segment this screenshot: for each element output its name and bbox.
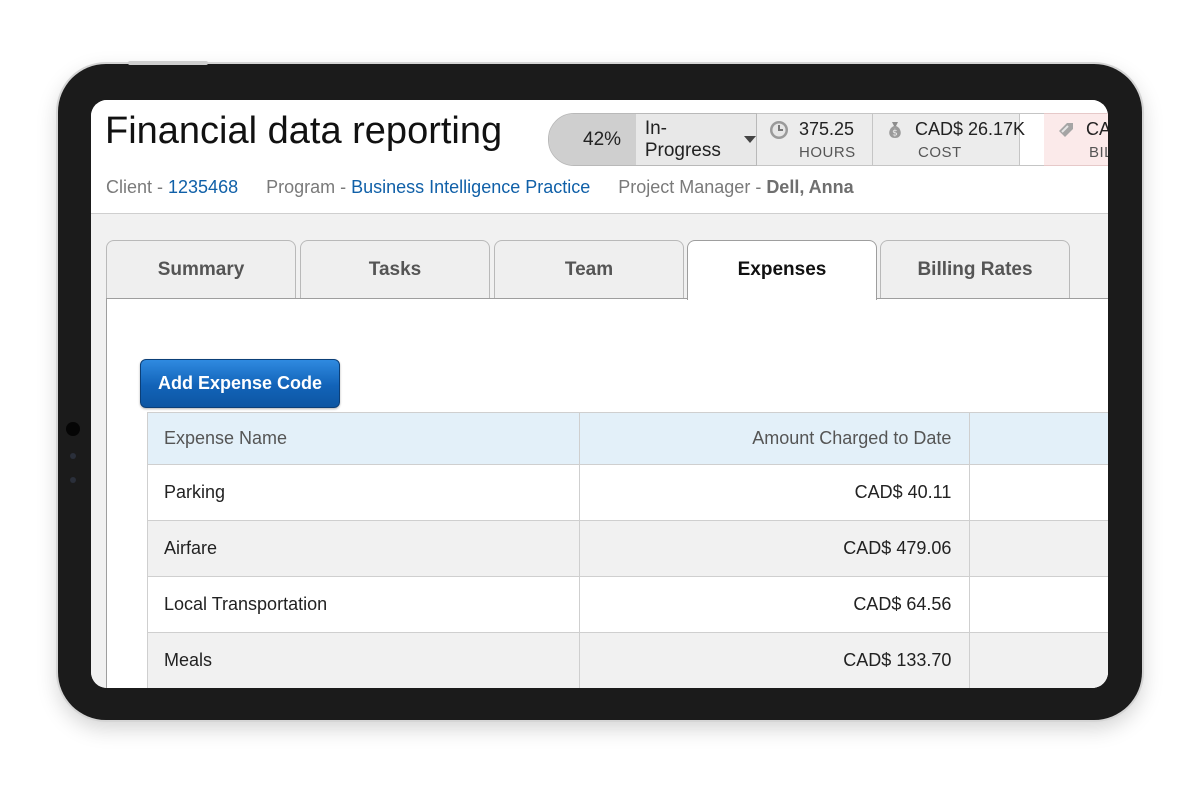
camera-sensor [70,453,76,459]
manager-label: Project Manager - [618,177,767,197]
app-screen: Financial data reporting Client - 123546… [91,100,1108,688]
table-row[interactable]: Airfare CAD$ 479.06 [146,520,1108,577]
table-row[interactable]: Parking CAD$ 40.11 [146,464,1108,521]
clock-icon [770,121,788,139]
tag-icon [1059,123,1073,137]
expense-name-cell: Parking [146,464,581,521]
status-bar: 42% In-Progress 375.25 HOURS $ CAD$ 26.1… [548,113,1108,166]
column-header-amount[interactable]: Amount Charged to Date [579,412,971,465]
svg-text:$: $ [892,129,898,139]
table-row[interactable]: Local Transportation CAD$ 64.56 [146,576,1108,633]
expense-name-cell: Airfare [146,520,581,577]
billing-label: BIL [1089,144,1108,161]
expense-name-cell: Local Transportation [146,576,581,633]
table-header-row: Expense Name Amount Charged to Date [146,412,1108,465]
table-row[interactable]: Meals CAD$ 133.70 [146,632,1108,688]
expenses-table: Expense Name Amount Charged to Date Park… [146,412,1108,688]
cost-value: CAD$ 26.17K [915,119,1026,139]
program-link[interactable]: Business Intelligence Practice [351,177,590,197]
manager-name: Dell, Anna [766,177,854,197]
expense-name-cell: Meals [146,632,581,688]
money-bag-icon: $ [889,122,901,139]
page-title: Financial data reporting [105,110,503,152]
front-camera [66,422,80,436]
project-meta: Client - 1235468 Program - Business Intel… [106,177,854,198]
dropdown-caret-icon [744,136,756,143]
column-header-extra [969,412,1108,465]
cost-stat: $ CAD$ 26.17K COST [873,113,1025,166]
tab-tasks[interactable]: Tasks [300,240,490,298]
expense-amount-cell: CAD$ 40.11 [579,464,971,521]
volume-button [128,61,208,65]
add-expense-code-button[interactable]: Add Expense Code [140,359,340,408]
camera-sensor-2 [70,477,76,483]
expense-extra-cell [969,576,1108,633]
expense-amount-cell: CAD$ 133.70 [579,632,971,688]
expense-extra-cell [969,520,1108,577]
cost-label: COST [918,144,962,161]
hours-value: 375.25 [799,119,855,139]
tab-summary[interactable]: Summary [106,240,296,298]
hours-label: HOURS [799,144,856,161]
expense-extra-cell [969,632,1108,688]
progress-status: 42% In-Progress [548,113,757,166]
billing-stat: CA BIL [1044,113,1108,166]
hours-stat: 375.25 HOURS [757,113,873,166]
status-dropdown[interactable]: In-Progress [645,118,756,162]
tab-billing-rates[interactable]: Billing Rates [880,240,1070,298]
expense-amount-cell: CAD$ 64.56 [579,576,971,633]
tab-expenses[interactable]: Expenses [687,240,877,300]
expense-amount-cell: CAD$ 479.06 [579,520,971,577]
project-header: Financial data reporting Client - 123546… [91,100,1108,214]
status-value: In-Progress [644,117,721,161]
client-link[interactable]: 1235468 [168,177,238,197]
billing-value: CA [1086,119,1108,139]
tab-team[interactable]: Team [494,240,684,298]
program-label: Program - [266,177,352,197]
column-header-expense-name[interactable]: Expense Name [146,412,581,465]
expense-extra-cell [969,464,1108,521]
client-label: Client - [106,177,169,197]
progress-percent: 42% [583,128,622,150]
